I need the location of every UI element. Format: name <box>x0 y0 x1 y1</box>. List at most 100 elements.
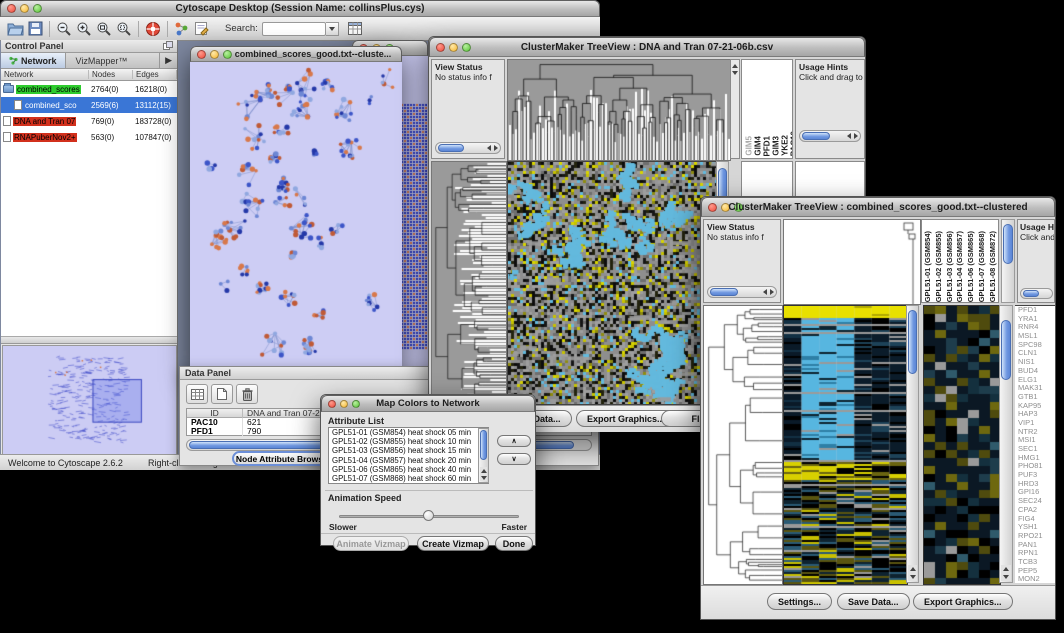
tv1-status-hscrollbar[interactable] <box>435 142 501 154</box>
annotation-icon[interactable] <box>194 21 209 36</box>
network-table-header: Network Nodes Edges <box>1 69 177 81</box>
move-up-button[interactable]: ∧ <box>497 435 531 447</box>
network-list-row[interactable]: combined_sco 2569(6) 13112(15) <box>1 97 177 113</box>
slider-thumb[interactable] <box>423 510 434 521</box>
network-type-icon <box>3 132 11 142</box>
network-name: RNAPuberNov2+ <box>13 133 77 142</box>
tv2-cluster-zoom-heatmap[interactable] <box>923 305 1001 585</box>
tv2-heatmap[interactable] <box>783 305 908 585</box>
tv1-column-labels: GIM5GIM4PFD1GIM3YKE2PAC10 <box>741 59 793 159</box>
tv2-heatmap-vscrollbar[interactable] <box>906 305 919 583</box>
attribute-list-item[interactable]: GPL51-07 (GSM868) heat shock 60 min <box>329 474 488 483</box>
column-label[interactable]: GPL51-08 (GSM872) <box>989 231 997 302</box>
node-attribute-browser-button[interactable]: Node Attribute Brows... <box>232 451 334 466</box>
column-label[interactable]: PAC10 <box>790 131 793 156</box>
animation-speed-slider[interactable] <box>339 510 519 522</box>
help-lifesaver-icon[interactable] <box>145 21 161 37</box>
column-label[interactable]: GPL51-07 (GSM868) <box>978 231 986 302</box>
tv2-column-dendrogram[interactable] <box>783 219 921 305</box>
tab-network[interactable]: Network <box>1 53 66 68</box>
column-label[interactable]: GPL51-04 (GSM857) <box>956 231 964 302</box>
network-list-row[interactable]: combined_scores 2764(0) 16218(0) <box>1 81 177 97</box>
network-overview-thumbnail[interactable] <box>2 345 177 459</box>
dialog-titlebar[interactable]: Map Colors to Network <box>321 395 535 412</box>
scroll-down-icon[interactable] <box>910 575 916 579</box>
dense-network-grid-view[interactable] <box>401 102 427 352</box>
new-attribute-icon[interactable] <box>211 384 233 404</box>
open-file-icon[interactable] <box>7 21 24 36</box>
network-window-titlebar[interactable]: combined_scores_good.txt--cluste... <box>190 46 402 62</box>
done-button[interactable]: Done <box>495 536 533 551</box>
treeview2-title: ClusterMaker TreeView : combined_scores_… <box>702 198 1054 217</box>
tv2-usage-hints-panel: Usage Hints Click and <box>1017 219 1055 303</box>
tabs-more-button[interactable]: ▶ <box>159 53 177 68</box>
main-titlebar[interactable]: Cytoscape Desktop (Session Name: collins… <box>0 0 600 17</box>
scroll-left-icon[interactable] <box>847 133 851 139</box>
attribute-browser-icon[interactable] <box>347 21 363 36</box>
scroll-up-icon[interactable] <box>910 567 916 571</box>
select-attributes-icon[interactable] <box>186 384 208 404</box>
tv2-export-graphics-button[interactable]: Export Graphics... <box>913 593 1013 610</box>
tv2-labels-vscrollbar[interactable] <box>1001 219 1015 303</box>
network-edges-count: 183728(0) <box>133 113 177 129</box>
network-tab-icon <box>9 56 18 65</box>
scroll-left-icon[interactable] <box>763 289 767 295</box>
usage-hints-text: Click and drag to <box>796 72 864 82</box>
panel-splitter[interactable] <box>1 337 177 344</box>
tv2-hints-hscrollbar[interactable] <box>1020 288 1053 299</box>
tv2-status-hscrollbar[interactable] <box>707 286 777 298</box>
attribute-list-item[interactable]: GPL51-04 (GSM857) heat shock 20 min <box>329 456 488 465</box>
animate-vizmap-button[interactable]: Animate Vizmap <box>333 536 409 551</box>
slower-label: Slower <box>329 522 357 532</box>
tab-vizmapper[interactable]: VizMapper™ <box>66 53 138 68</box>
tv2-zoom-vscrollbar[interactable] <box>999 305 1013 583</box>
tv2-column-labels: GPL51-01 (GSM854)GPL51-02 (GSM855)GPL51-… <box>921 219 999 303</box>
column-label[interactable]: GPL51-06 (GSM865) <box>967 231 975 302</box>
attribute-list-item[interactable]: GPL51-03 (GSM856) heat shock 15 min <box>329 446 488 455</box>
scroll-up-icon[interactable] <box>481 469 487 473</box>
gene-label[interactable]: MON2 <box>1018 575 1055 583</box>
network-graph-view[interactable] <box>191 63 401 369</box>
zoom-selected-icon[interactable] <box>116 21 132 37</box>
tv2-view-status-panel: View Status No status info f <box>703 219 781 303</box>
tv1-scroll-strip[interactable] <box>730 59 740 159</box>
scroll-left-icon[interactable] <box>487 145 491 151</box>
zoom-in-icon[interactable] <box>76 21 92 37</box>
attribute-list-item[interactable]: GPL51-06 (GSM865) heat shock 40 min <box>329 465 488 474</box>
attribute-list-item[interactable]: GPL51-01 (GSM854) heat shock 05 min <box>329 428 488 437</box>
column-label[interactable]: GPL51-01 (GSM854) <box>924 231 932 302</box>
tv1-hints-hscrollbar[interactable] <box>799 130 861 142</box>
network-list-row[interactable]: DNA and Tran 07 769(0) 183728(0) <box>1 113 177 129</box>
create-vizmap-button[interactable]: Create Vizmap <box>417 536 489 551</box>
scroll-right-icon[interactable] <box>494 145 498 151</box>
scroll-down-icon[interactable] <box>1003 575 1009 579</box>
search-input[interactable] <box>262 22 326 36</box>
move-down-button[interactable]: ∨ <box>497 453 531 465</box>
usage-hints-title: Usage Hints <box>1018 220 1054 232</box>
treeview1-titlebar[interactable]: ClusterMaker TreeView : DNA and Tran 07-… <box>429 37 865 57</box>
scroll-up-icon[interactable] <box>1003 567 1009 571</box>
save-icon[interactable] <box>28 21 43 36</box>
tv1-row-dendrogram[interactable] <box>431 161 507 405</box>
scroll-right-icon[interactable] <box>770 289 774 295</box>
column-label[interactable]: GPL51-02 (GSM855) <box>935 231 943 302</box>
zoom-out-icon[interactable] <box>56 21 72 37</box>
network-nodes-icon[interactable] <box>174 21 190 36</box>
main-window-title: Cytoscape Desktop (Session Name: collins… <box>1 1 599 17</box>
zoom-fit-icon[interactable] <box>96 21 112 37</box>
tv1-column-dendrogram[interactable] <box>507 59 731 161</box>
scroll-right-icon[interactable] <box>854 133 858 139</box>
attribute-list-vscrollbar[interactable] <box>478 428 489 483</box>
network-nodes-count: 2569(6) <box>89 97 133 113</box>
scroll-down-icon[interactable] <box>481 476 487 480</box>
network-list-row[interactable]: RNAPuberNov2+ 563(0) 107847(0) <box>1 129 177 145</box>
tv2-save-data-button[interactable]: Save Data... <box>837 593 910 610</box>
tv2-settings-button[interactable]: Settings... <box>767 593 832 610</box>
treeview2-titlebar[interactable]: ClusterMaker TreeView : combined_scores_… <box>701 197 1055 217</box>
tv2-row-dendrogram[interactable] <box>703 305 783 585</box>
delete-attribute-trash-icon[interactable] <box>236 384 258 404</box>
attribute-list-item[interactable]: GPL51-02 (GSM855) heat shock 10 min <box>329 437 488 446</box>
search-dropdown-button[interactable] <box>326 22 339 36</box>
tv1-heatmap[interactable] <box>507 161 718 405</box>
column-label[interactable]: GPL51-03 (GSM856) <box>946 231 954 302</box>
